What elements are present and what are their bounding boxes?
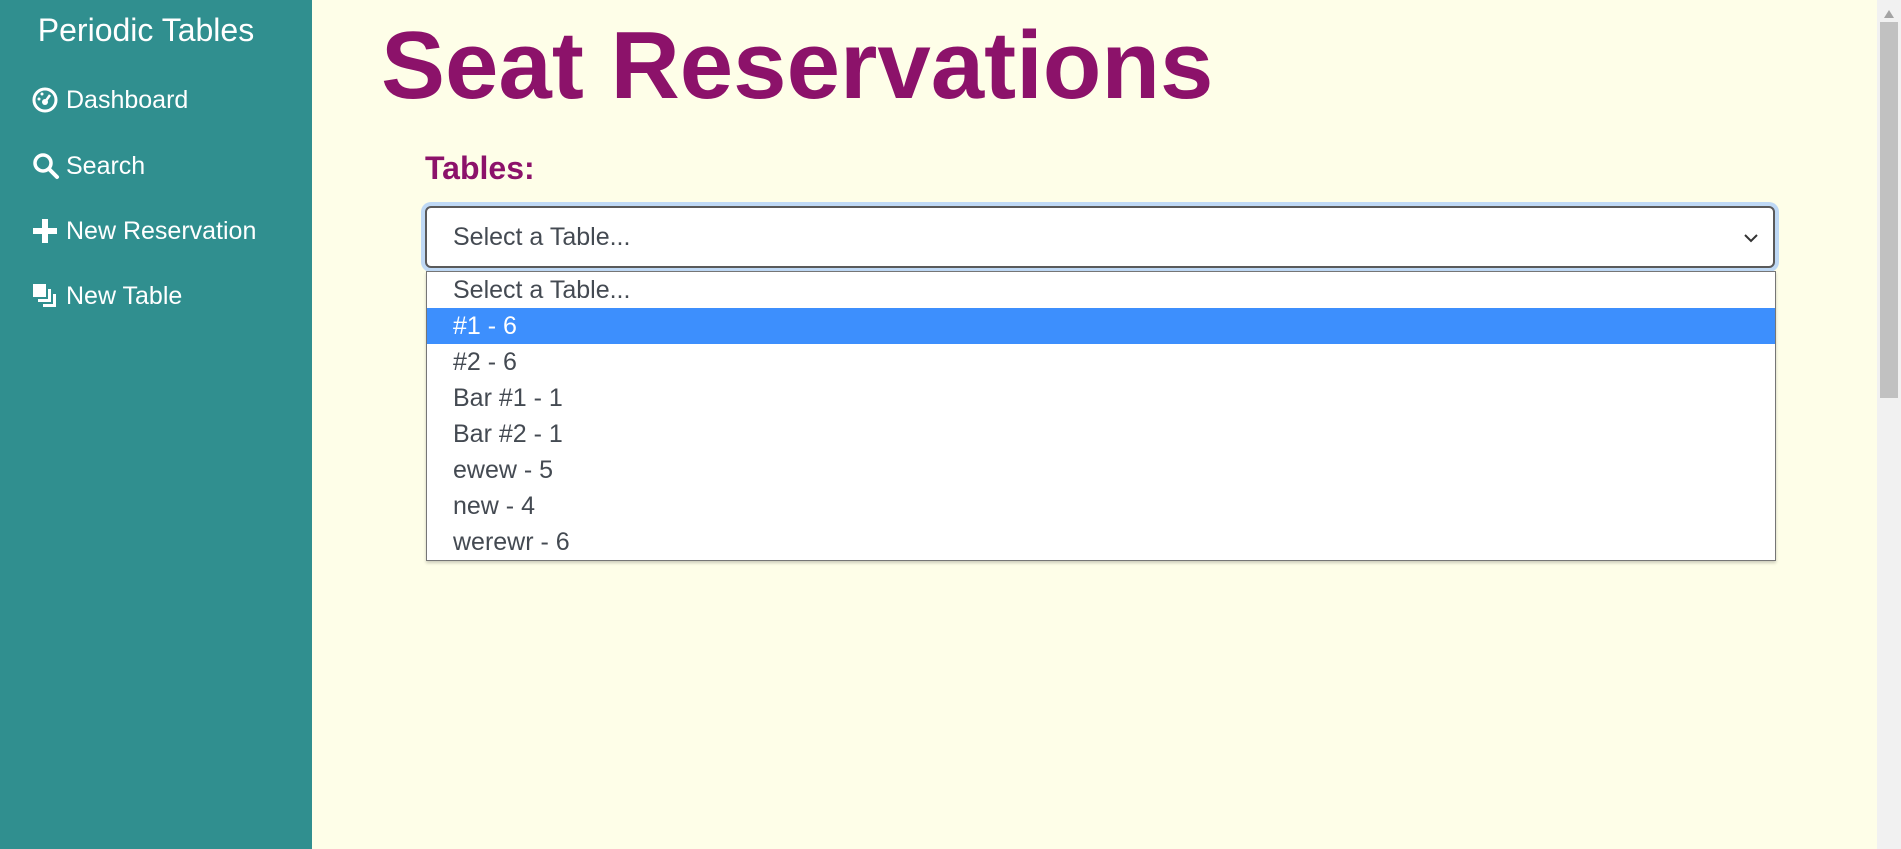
sidebar-item-label: New Table — [66, 281, 183, 310]
search-icon — [32, 151, 62, 181]
layers-icon — [32, 281, 62, 311]
table-select[interactable]: Select a Table... — [425, 206, 1775, 268]
sidebar-item-label: Dashboard — [66, 85, 189, 114]
select-option[interactable]: new - 4 — [427, 488, 1775, 524]
sidebar-item-new-reservation[interactable]: New Reservation — [32, 211, 256, 251]
page-title: Seat Reservations — [381, 12, 1214, 119]
select-option[interactable]: ewew - 5 — [427, 452, 1775, 488]
sidebar-item-new-table[interactable]: New Table — [32, 276, 182, 316]
select-option-highlighted[interactable]: #1 - 6 — [427, 308, 1775, 344]
select-option[interactable]: Bar #2 - 1 — [427, 416, 1775, 452]
dashboard-icon — [32, 85, 62, 115]
vertical-scrollbar[interactable] — [1877, 0, 1901, 849]
sidebar-item-search[interactable]: Search — [32, 146, 145, 186]
chevron-down-icon — [1743, 230, 1759, 251]
main-content: Seat Reservations Tables: Select a Table… — [312, 0, 1877, 849]
plus-icon — [32, 216, 62, 246]
sidebar-item-dashboard[interactable]: Dashboard — [32, 80, 188, 120]
select-option[interactable]: #2 - 6 — [427, 344, 1775, 380]
tables-label: Tables: — [425, 150, 535, 186]
sidebar-item-label: Search — [66, 151, 146, 180]
brand-title[interactable]: Periodic Tables — [0, 12, 292, 49]
table-select-dropdown: Select a Table... #1 - 6 #2 - 6 Bar #1 -… — [426, 271, 1776, 561]
scrollbar-thumb[interactable] — [1880, 22, 1898, 398]
table-select-value: Select a Table... — [453, 222, 631, 251]
select-option[interactable]: werewr - 6 — [427, 524, 1775, 560]
select-option[interactable]: Select a Table... — [427, 272, 1775, 308]
select-option[interactable]: Bar #1 - 1 — [427, 380, 1775, 416]
sidebar: Periodic Tables Dashboard Search New Res… — [0, 0, 312, 849]
sidebar-item-label: New Reservation — [66, 216, 257, 245]
